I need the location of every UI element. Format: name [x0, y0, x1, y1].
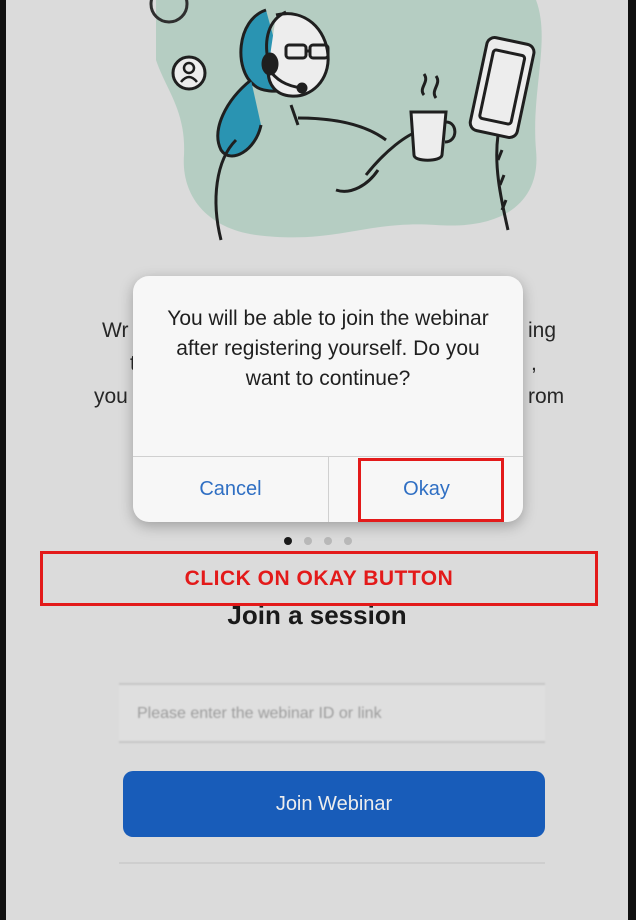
page: Wr t you ing , rom Join a session Please… [0, 0, 636, 920]
instruction-annotation: CLICK ON OKAY BUTTON [40, 551, 598, 606]
cancel-button[interactable]: Cancel [133, 457, 328, 522]
okay-button-highlight-box [358, 458, 504, 522]
alert-message: You will be able to join the webinar aft… [167, 307, 489, 390]
